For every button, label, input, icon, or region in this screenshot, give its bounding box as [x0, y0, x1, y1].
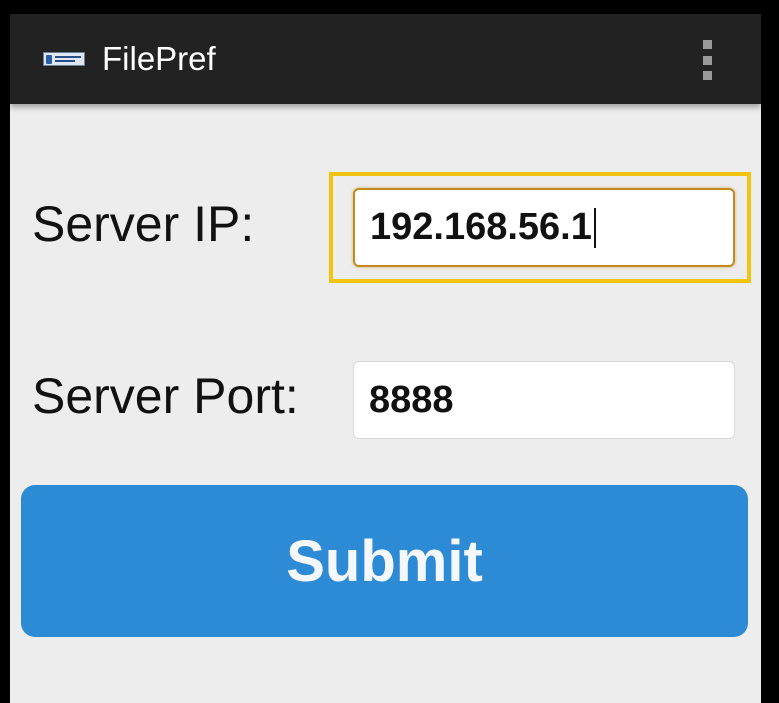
server-ip-input[interactable]: 192.168.56.1: [353, 188, 735, 267]
server-port-value: 8888: [369, 378, 454, 421]
overflow-menu-icon[interactable]: [690, 40, 724, 80]
submit-button[interactable]: Submit: [21, 485, 748, 637]
action-bar: FilePref: [10, 14, 761, 104]
server-port-label: Server Port:: [32, 368, 299, 424]
app-screen: FilePref Server IP: 192.168.56.1 Server …: [10, 14, 761, 703]
server-port-input[interactable]: 8888: [353, 361, 735, 439]
app-title: FilePref: [102, 40, 216, 77]
text-caret: [593, 207, 596, 248]
security-innovation-logo-icon: [43, 52, 85, 66]
device-frame: FilePref Server IP: 192.168.56.1 Server …: [0, 0, 779, 703]
server-ip-value: 192.168.56.1: [370, 206, 592, 248]
server-ip-label: Server IP:: [32, 196, 255, 252]
